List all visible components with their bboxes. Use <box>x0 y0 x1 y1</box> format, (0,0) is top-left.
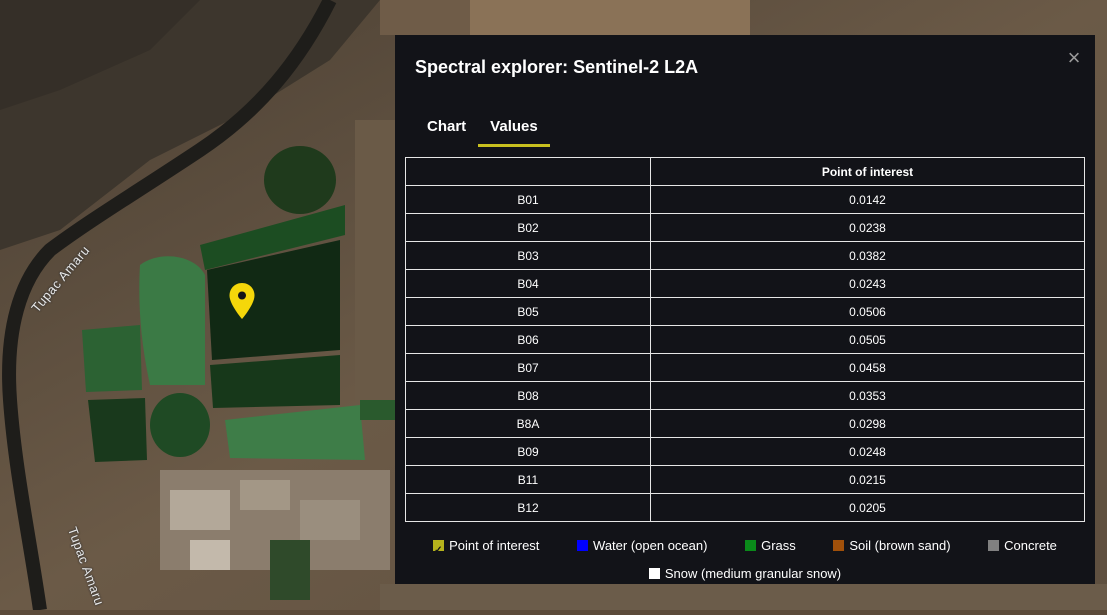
band-cell: B04 <box>405 269 651 298</box>
checkbox-icon[interactable] <box>833 540 845 551</box>
table-row: B08 0.0353 <box>405 381 1085 410</box>
tab-bar: Chart Values <box>415 115 550 147</box>
legend-item-grass[interactable]: Grass <box>745 532 796 559</box>
value-cell: 0.0298 <box>650 409 1085 438</box>
table-row: B8A 0.0298 <box>405 409 1085 438</box>
table-row: B07 0.0458 <box>405 353 1085 382</box>
value-cell: 0.0215 <box>650 465 1085 494</box>
close-button[interactable]: × <box>1065 47 1083 69</box>
value-cell: 0.0238 <box>650 213 1085 242</box>
band-cell: B03 <box>405 241 651 270</box>
checkbox-icon[interactable] <box>577 540 589 551</box>
band-cell: B06 <box>405 325 651 354</box>
table-row: B04 0.0243 <box>405 269 1085 298</box>
band-cell: B02 <box>405 213 651 242</box>
table-row: B06 0.0505 <box>405 325 1085 354</box>
value-cell: 0.0505 <box>650 325 1085 354</box>
table-row: B05 0.0506 <box>405 297 1085 326</box>
legend: ✓ Point of interest Water (open ocean) G… <box>405 532 1085 588</box>
table-row: B12 0.0205 <box>405 493 1085 522</box>
band-cell: B8A <box>405 409 651 438</box>
legend-label: Snow (medium granular snow) <box>664 566 842 581</box>
band-cell: B08 <box>405 381 651 410</box>
band-cell: B12 <box>405 493 651 522</box>
value-cell: 0.0506 <box>650 297 1085 326</box>
checkbox-checked-icon[interactable]: ✓ <box>433 540 445 556</box>
checkbox-icon[interactable] <box>648 568 660 579</box>
tab-chart[interactable]: Chart <box>415 115 478 147</box>
spectral-explorer-dialog: Spectral explorer: Sentinel-2 L2A × Char… <box>395 35 1095 584</box>
band-cell: B05 <box>405 297 651 326</box>
value-cell: 0.0142 <box>650 185 1085 214</box>
value-cell: 0.0382 <box>650 241 1085 270</box>
band-cell: B07 <box>405 353 651 382</box>
value-cell: 0.0243 <box>650 269 1085 298</box>
map-pin-icon[interactable] <box>228 282 256 320</box>
dialog-title: Spectral explorer: Sentinel-2 L2A <box>415 57 699 77</box>
table-row: B11 0.0215 <box>405 465 1085 494</box>
band-cell: B01 <box>405 185 651 214</box>
value-cell: 0.0205 <box>650 493 1085 522</box>
checkbox-icon[interactable] <box>745 540 757 551</box>
legend-label: Concrete <box>1004 538 1057 553</box>
band-cell: B09 <box>405 437 651 466</box>
tab-values[interactable]: Values <box>478 115 550 147</box>
table-row: B03 0.0382 <box>405 241 1085 270</box>
legend-item-point-of-interest[interactable]: ✓ Point of interest <box>433 532 539 559</box>
legend-label: Grass <box>761 538 796 553</box>
value-cell: 0.0248 <box>650 437 1085 466</box>
table-header-row: Point of interest <box>405 157 1085 186</box>
legend-label: Point of interest <box>449 538 540 553</box>
values-table: Point of interest B01 0.0142 B02 0.0238 B0… <box>405 157 1085 522</box>
legend-item-soil[interactable]: Soil (brown sand) <box>833 532 951 559</box>
value-cell: 0.0353 <box>650 381 1085 410</box>
table-row: B01 0.0142 <box>405 185 1085 214</box>
legend-label: Water (open ocean) <box>593 538 708 553</box>
close-icon[interactable]: × <box>1068 45 1081 70</box>
band-cell: B11 <box>405 465 651 494</box>
column-header-band <box>405 157 651 186</box>
table-row: B09 0.0248 <box>405 437 1085 466</box>
checkbox-icon[interactable] <box>988 540 1000 551</box>
value-cell: 0.0458 <box>650 353 1085 382</box>
legend-item-concrete[interactable]: Concrete <box>988 532 1057 559</box>
legend-label: Soil (brown sand) <box>849 538 951 553</box>
column-header-point-of-interest: Point of interest <box>650 157 1085 186</box>
legend-item-snow[interactable]: Snow (medium granular snow) <box>648 560 842 587</box>
table-row: B02 0.0238 <box>405 213 1085 242</box>
legend-item-water[interactable]: Water (open ocean) <box>577 532 707 559</box>
